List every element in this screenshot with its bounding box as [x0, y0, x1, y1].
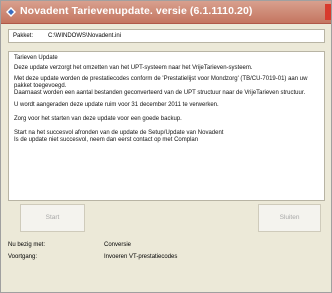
- close-button[interactable]: Sluiten: [258, 204, 321, 232]
- info-line-5b: Is de update niet succesvol, neem dan ee…: [14, 137, 199, 143]
- app-icon: [6, 7, 16, 17]
- package-field: Pakket: C:\WINDOWS\Novadent.ini: [8, 29, 325, 43]
- info-heading: Tarieven Update: [14, 55, 58, 61]
- update-window: Novadent Tarievenupdate. versie (6.1.111…: [0, 0, 332, 293]
- window-title: Novadent Tarievenupdate. versie (6.1.111…: [20, 5, 253, 17]
- progress-value: Invoeren VT-prestatiecodes: [104, 254, 178, 260]
- info-line-2c: Daarnaast worden een aantal bestanden ge…: [14, 90, 306, 96]
- info-line-4: Zorg voor het starten van deze update vo…: [14, 116, 182, 122]
- info-line-5a: Start na het succesvol afronden van de u…: [14, 130, 224, 136]
- title-bar[interactable]: Novadent Tarievenupdate. versie (6.1.111…: [1, 1, 331, 24]
- info-line-3: U wordt aangeraden deze update ruim voor…: [14, 102, 219, 108]
- package-path: C:\WINDOWS\Novadent.ini: [48, 33, 122, 39]
- info-line-1: Deze update verzorgt het omzetten van he…: [14, 65, 253, 71]
- busy-label: Nu bezig met:: [8, 242, 46, 248]
- package-label: Pakket:: [13, 33, 34, 39]
- close-window-button[interactable]: [325, 4, 331, 20]
- info-line-2b: pakket toegevoegd.: [14, 83, 67, 89]
- info-line-2a: Met deze update worden de prestatiecodes…: [14, 76, 308, 82]
- start-button[interactable]: Start: [20, 204, 85, 232]
- info-panel: Tarieven Update Deze update verzorgt het…: [8, 51, 325, 232]
- busy-value: Conversie: [104, 242, 132, 248]
- progress-label: Voortgang:: [8, 254, 38, 260]
